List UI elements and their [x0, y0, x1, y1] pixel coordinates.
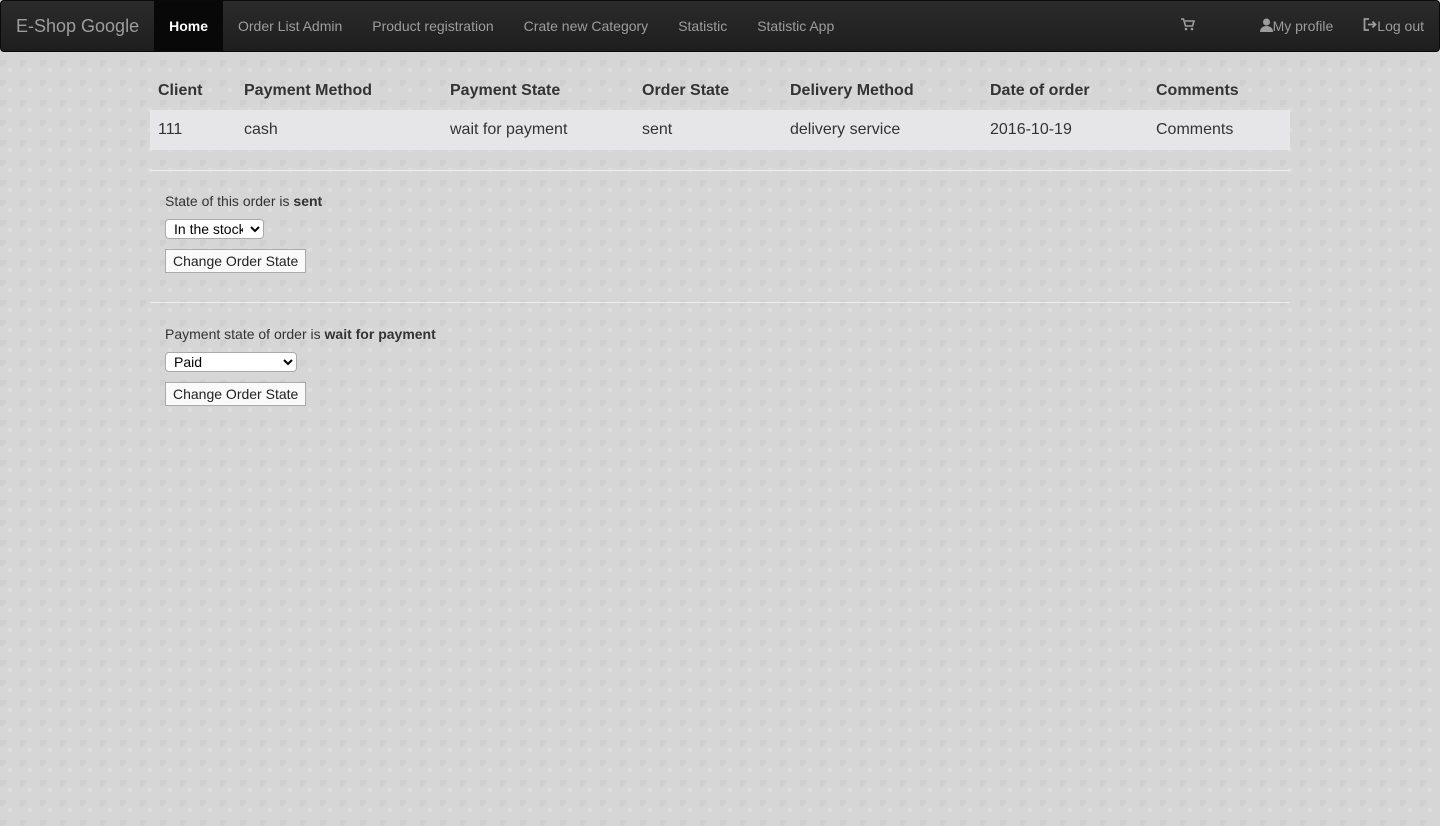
change-order-state-button[interactable]: Change Order State [165, 249, 307, 273]
order-state-select[interactable]: In the stock [165, 219, 264, 239]
brand-link[interactable]: E-Shop Google [1, 1, 154, 51]
top-navbar: E-Shop Google Home Order List Admin Prod… [0, 0, 1440, 52]
order-state-section: State of this order is sent In the stock… [150, 193, 1290, 273]
column-header-payment-state: Payment State [450, 82, 561, 99]
nav-item-statistic-app[interactable]: Statistic App [742, 1, 849, 51]
cell-client: 111 [158, 121, 183, 138]
nav-item-create-category[interactable]: Crate new Category [509, 1, 664, 51]
column-header-order-state: Order State [642, 82, 730, 99]
log-out-label: Log out [1377, 18, 1424, 34]
nav-item-order-list-admin[interactable]: Order List Admin [223, 1, 357, 51]
log-out-icon [1363, 18, 1378, 34]
cell-comments: Comments [1156, 121, 1234, 138]
cell-payment-state: wait for payment [450, 121, 568, 138]
column-header-date-of-order: Date of order [990, 82, 1090, 99]
column-header-client: Client [158, 82, 203, 99]
payment-state-section: Payment state of order is wait for payme… [150, 326, 1290, 406]
cell-date-of-order: 2016-10-19 [990, 121, 1072, 138]
nav-item-statistic[interactable]: Statistic [663, 1, 742, 51]
log-out-link[interactable]: Log out [1348, 1, 1439, 51]
order-state-value: sent [293, 193, 323, 209]
order-state-prefix: State of this order is [165, 193, 294, 209]
column-header-payment-method: Payment Method [244, 82, 373, 99]
order-table: Client Payment Method Payment State Orde… [150, 72, 1290, 150]
column-header-delivery-method: Delivery Method [790, 82, 914, 99]
payment-state-text: Payment state of order is wait for payme… [165, 326, 1290, 342]
table-row: 111 cash wait for payment sent delivery … [150, 110, 1290, 150]
cart-link[interactable] [1166, 1, 1245, 51]
payment-state-value: wait for payment [324, 326, 436, 342]
cell-payment-method: cash [244, 121, 278, 138]
divider [150, 302, 1290, 303]
navbar-right: My profile Log out [1166, 1, 1439, 51]
payment-state-prefix: Payment state of order is [165, 326, 325, 342]
user-icon [1259, 18, 1273, 35]
my-profile-link[interactable]: My profile [1245, 1, 1349, 51]
shopping-cart-icon[interactable] [1180, 18, 1195, 34]
nav-item-product-registration[interactable]: Product registration [357, 1, 508, 51]
table-header-row: Client Payment Method Payment State Orde… [150, 72, 1290, 110]
order-state-text: State of this order is sent [165, 193, 1290, 209]
main-content: Client Payment Method Payment State Orde… [150, 72, 1290, 406]
divider [150, 170, 1290, 171]
change-payment-state-button[interactable]: Change Order State [165, 382, 307, 406]
cell-order-state: sent [642, 121, 673, 138]
payment-state-select[interactable]: Paid [165, 352, 297, 372]
my-profile-label: My profile [1272, 18, 1334, 34]
nav-item-home[interactable]: Home [154, 1, 223, 51]
column-header-comments: Comments [1156, 82, 1239, 99]
cell-delivery-method: delivery service [790, 121, 901, 138]
